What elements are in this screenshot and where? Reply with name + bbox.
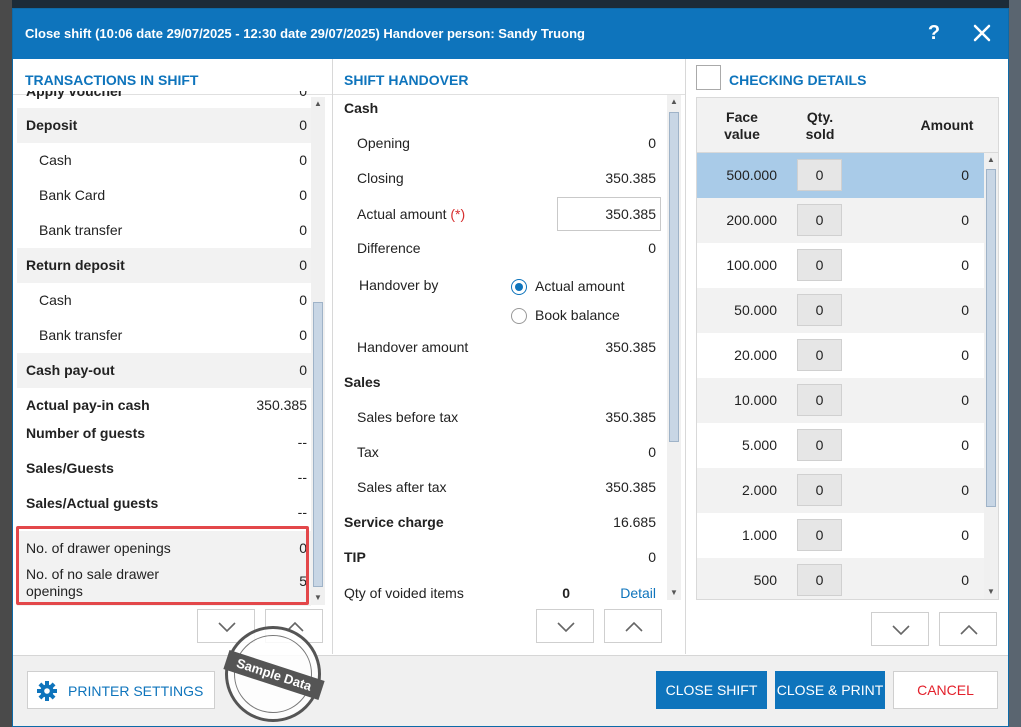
table-row[interactable]: 50.000 0 0 <box>697 288 984 333</box>
list-item: Actual amount (*) 350.385 <box>336 197 662 232</box>
divider <box>332 59 333 654</box>
close-shift-button[interactable]: CLOSE SHIFT <box>656 671 767 709</box>
qty-input[interactable]: 0 <box>797 159 842 191</box>
required-mark: (*) <box>450 206 466 222</box>
radio-book-balance[interactable] <box>511 308 527 324</box>
list-item: Cash 0 <box>39 292 307 308</box>
chevron-up-icon <box>960 624 978 635</box>
divider <box>685 59 686 654</box>
backdrop <box>0 0 1021 8</box>
table-header: Face value Qty. sold Amount <box>697 98 998 153</box>
detail-link[interactable]: Detail <box>620 585 656 601</box>
list-item: Handover amount 350.385 <box>357 339 656 355</box>
list-item: Difference 0 <box>357 240 656 256</box>
chevron-down-icon <box>892 625 910 636</box>
highlight-box <box>16 526 309 605</box>
page-down-button[interactable] <box>536 609 594 643</box>
list-item: Cash 0 <box>39 152 307 168</box>
table-row[interactable]: 20.000 0 0 <box>697 333 984 378</box>
qty-input[interactable]: 0 <box>797 474 842 506</box>
table-row[interactable]: 100.000 0 0 <box>697 243 984 288</box>
section-header: Sales <box>344 374 381 390</box>
list-item: Tax 0 <box>357 444 656 460</box>
qty-input[interactable]: 0 <box>797 204 842 236</box>
checking-header: CHECKING DETAILS <box>686 59 1008 95</box>
qty-input[interactable]: 0 <box>797 564 842 596</box>
close-print-button[interactable]: CLOSE & PRINT <box>775 671 885 709</box>
qty-input[interactable]: 0 <box>797 294 842 326</box>
list-item: Sales/Guests -- <box>26 460 307 485</box>
denomination-table: Face value Qty. sold Amount 500.000 0 0 20… <box>696 97 999 600</box>
list-item: Sales before tax 350.385 <box>357 409 656 425</box>
table-row[interactable]: 10.000 0 0 <box>697 378 984 423</box>
list-item: Sales after tax 350.385 <box>357 479 656 495</box>
printer-settings-button[interactable]: PRINTER SETTINGS <box>27 671 215 709</box>
qty-input[interactable]: 0 <box>797 429 842 461</box>
close-shift-dialog: Close shift (10:06 date 29/07/2025 - 12:… <box>12 8 1009 727</box>
qty-input[interactable]: 0 <box>797 249 842 281</box>
page-up-button[interactable] <box>939 612 997 646</box>
page-up-button[interactable] <box>604 609 662 643</box>
list-item: Bank transfer 0 <box>39 327 307 343</box>
close-icon[interactable] <box>969 20 995 46</box>
table-row[interactable]: 200.000 0 0 <box>697 198 984 243</box>
list-item: Bank Card 0 <box>39 187 307 203</box>
table-row[interactable]: 1.000 0 0 <box>697 513 984 558</box>
dialog-footer: PRINTER SETTINGS CLOSE SHIFT CLOSE & PRI… <box>13 655 1008 726</box>
list-item: Opening 0 <box>357 135 656 151</box>
table-row[interactable]: 5.000 0 0 <box>697 423 984 468</box>
qty-input[interactable]: 0 <box>797 519 842 551</box>
qty-input[interactable]: 0 <box>797 339 842 371</box>
dialog-title: Close shift (10:06 date 29/07/2025 - 12:… <box>25 26 585 41</box>
cancel-button[interactable]: CANCEL <box>893 671 998 709</box>
checking-title: CHECKING DETAILS <box>729 72 867 88</box>
list-item: Qty of voided items 0 Detail <box>344 585 656 601</box>
gear-icon <box>37 681 57 701</box>
table-row[interactable]: 500.000 0 0 <box>697 153 984 198</box>
list-item: TIP 0 <box>344 549 656 565</box>
handover-list[interactable]: Cash Opening 0 Closing 350.385 Actual amou… <box>336 91 662 606</box>
radio-actual-amount[interactable] <box>511 279 527 295</box>
list-item: Apply voucher 0 <box>26 91 307 99</box>
transactions-header: TRANSACTIONS IN SHIFT <box>13 59 332 95</box>
chevron-up-icon <box>625 621 643 632</box>
list-item: Bank transfer 0 <box>39 222 307 238</box>
handover-scrollbar[interactable]: ▲ ▼ <box>667 95 681 600</box>
checking-scrollbar[interactable]: ▲ ▼ <box>984 153 998 599</box>
list-item: Cash pay-out 0 <box>17 353 311 388</box>
sample-data-stamp: Sample Data <box>223 626 325 722</box>
handover-by-group: Handover by Actual amount Book balance <box>359 277 625 324</box>
help-button[interactable]: ? <box>921 20 947 46</box>
list-item: Return deposit 0 <box>17 248 311 283</box>
page-down-button[interactable] <box>871 612 929 646</box>
list-item: Service charge 16.685 <box>344 514 656 530</box>
backdrop-right <box>1009 0 1021 727</box>
list-item: Closing 350.385 <box>357 170 656 186</box>
table-row[interactable]: 500 0 0 <box>697 558 984 599</box>
actual-amount-input[interactable]: 350.385 <box>557 197 661 231</box>
transactions-title: TRANSACTIONS IN SHIFT <box>25 72 199 88</box>
section-header: Cash <box>344 100 379 116</box>
transactions-scrollbar[interactable]: ▲ ▼ <box>311 97 325 605</box>
list-item: Deposit 0 <box>17 108 311 143</box>
chevron-down-icon <box>557 622 575 633</box>
handover-title: SHIFT HANDOVER <box>344 72 469 88</box>
table-row[interactable]: 2.000 0 0 <box>697 468 984 513</box>
list-item: Sales/Actual guests -- <box>26 495 307 520</box>
dialog-titlebar: Close shift (10:06 date 29/07/2025 - 12:… <box>13 9 1008 59</box>
qty-input[interactable]: 0 <box>797 384 842 416</box>
chevron-down-icon <box>218 622 236 633</box>
list-item: Number of guests -- <box>26 425 307 450</box>
handover-header: SHIFT HANDOVER <box>333 59 685 95</box>
backdrop-left <box>0 0 12 727</box>
